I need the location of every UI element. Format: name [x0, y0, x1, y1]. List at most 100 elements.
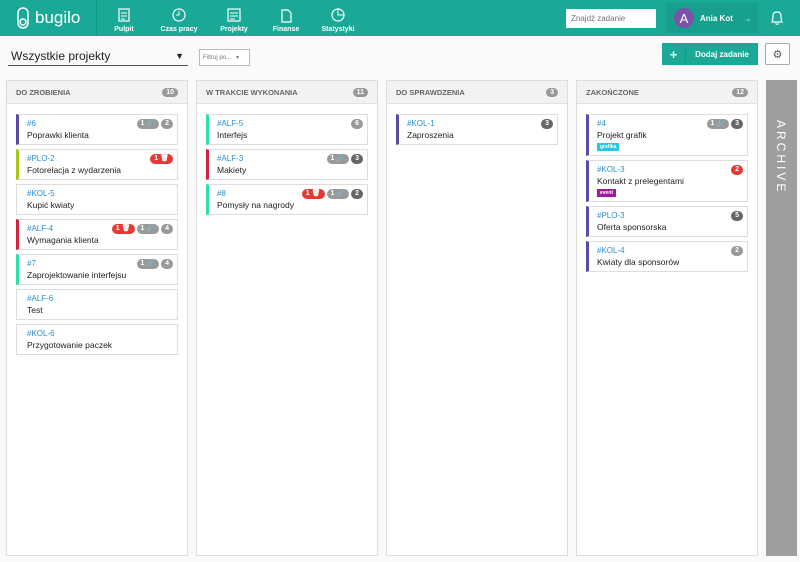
task-title: Poprawki klienta	[27, 130, 89, 140]
nav-label: Czas pracy	[160, 26, 198, 33]
column-title: W TRAKCIE WYKONANIA	[206, 87, 298, 97]
task-title: Oferta sponsorska	[597, 222, 667, 232]
task-title: Przygotowanie paczek	[27, 340, 113, 350]
task-card[interactable]: #ALF-3 Makiety 1 🔗 3	[206, 149, 368, 180]
nav-label: Statystyki	[321, 26, 355, 33]
column-title: ZAKOŃCZONE	[586, 87, 639, 97]
task-badge: 1 🔗	[136, 224, 160, 234]
add-task-label: Dodaj zadanie	[695, 49, 749, 59]
column-title: DO ZROBIENIA	[16, 87, 71, 97]
files-icon	[281, 9, 292, 23]
logo-icon	[17, 7, 29, 29]
task-card[interactable]: #8 Pomysły na nagrody 1 🗑 1 🔗 2	[206, 184, 368, 215]
nav-label: Pulpit	[114, 26, 134, 33]
plus-icon: +	[662, 46, 686, 62]
task-card[interactable]: #4 Projekt grafik grafika 1 🔗 3	[586, 114, 748, 156]
column-header: W TRAKCIE WYKONANIA 11	[197, 81, 377, 104]
column-zakończone: ZAKOŃCZONE 12 #4 Projekt grafik grafika 1 🔗 3 #…	[576, 80, 758, 556]
task-badge: 6	[351, 119, 363, 129]
task-badge: 1 🗑	[111, 224, 135, 234]
user-menu[interactable]: A Ania Kot ⌄	[666, 3, 758, 33]
clock-icon	[172, 8, 186, 22]
logo[interactable]: bugilo	[0, 0, 97, 36]
task-card[interactable]: #KOL-6 Przygotowanie paczek	[16, 324, 178, 355]
task-tag: event	[597, 189, 617, 197]
task-card[interactable]: #KOL-3 Kontakt z prelegentami event 2	[586, 160, 748, 202]
search-input[interactable]	[566, 9, 656, 28]
caret-down-icon: ▾	[236, 55, 240, 61]
task-card[interactable]: #PLO-3 Oferta sponsorska 5	[586, 206, 748, 237]
project-select-value: Wszystkie projekty	[11, 48, 111, 63]
task-card[interactable]: #6 Poprawki klienta 1 🔗 2	[16, 114, 178, 145]
task-title: Kupić kwiaty	[27, 200, 75, 210]
main-nav: Pulpit Czas pracy Projekty Finanse Statystyk…	[98, 0, 364, 36]
task-badge: 1 🔗	[136, 119, 160, 129]
task-card[interactable]: #ALF-4 Wymagania klienta 1 🗑 1 🔗 4	[16, 219, 178, 250]
task-id[interactable]: #ALF-5	[217, 119, 359, 128]
task-card[interactable]: #PLO-2 Fotorelacja z wydarzenia 1 🗑	[16, 149, 178, 180]
task-title: Test	[27, 305, 43, 315]
task-badge: 4	[161, 224, 173, 234]
task-card[interactable]: #KOL-4 Kwiaty dla sponsorów 2	[586, 241, 748, 272]
task-id[interactable]: #ALF-6	[27, 294, 169, 303]
column-w-trakcie-wykonania: W TRAKCIE WYKONANIA 11 #ALF-5 Interfejs 6 #AL…	[196, 80, 378, 556]
pie-chart-icon	[331, 8, 345, 22]
nav-label: Projekty	[220, 26, 248, 33]
bell-icon[interactable]	[770, 10, 784, 26]
task-id[interactable]: #KOL-3	[597, 165, 739, 174]
chevron-down-icon: ⌄	[744, 13, 752, 23]
task-badge: 1 🔗	[326, 154, 350, 164]
archive-column[interactable]: ARCHIVE	[766, 80, 797, 556]
add-task-button[interactable]: + Dodaj zadanie	[662, 43, 758, 65]
caret-down-icon: ▼	[175, 50, 184, 61]
task-card[interactable]: #7 Zaprojektowanie interfejsu 1 🔗 4	[16, 254, 178, 285]
document-icon	[227, 8, 241, 22]
task-title: Projekt grafik	[597, 130, 647, 140]
app-name: bugilo	[35, 8, 81, 27]
filter-select[interactable]: Filtruj po... ▾	[199, 49, 250, 66]
task-badge: 1 🔗	[706, 119, 730, 129]
column-do-sprawdzenia: DO SPRAWDZENIA 3 #KOL-1 Zaproszenia 3	[386, 80, 568, 556]
column-do-zrobienia: DO ZROBIENIA 10 #6 Poprawki klienta 1 🔗 2 #PLO…	[6, 80, 188, 556]
task-title: Wymagania klienta	[27, 235, 99, 245]
task-badge: 2	[351, 189, 363, 199]
task-card[interactable]: #ALF-5 Interfejs 6	[206, 114, 368, 145]
nav-czas-pracy[interactable]: Czas pracy	[150, 0, 208, 36]
task-title: Zaproszenia	[407, 130, 454, 140]
task-id[interactable]: #PLO-3	[597, 211, 739, 220]
task-card[interactable]: #ALF-6 Test	[16, 289, 178, 320]
column-count-badge: 11	[352, 87, 368, 97]
task-title: Kontakt z prelegentami	[597, 176, 684, 186]
clipboard-icon	[118, 8, 130, 22]
nav-statystyki[interactable]: Statystyki	[312, 0, 364, 36]
task-id[interactable]: #KOL-4	[597, 246, 739, 255]
settings-button[interactable]: ⚙	[765, 43, 790, 65]
task-badge: 1 🔗	[136, 259, 160, 269]
task-title: Fotorelacja z wydarzenia	[27, 165, 122, 175]
task-badge: 2	[161, 119, 173, 129]
task-badge: 3	[541, 119, 553, 129]
nav-label: Finanse	[272, 26, 300, 33]
task-title: Pomysły na nagrody	[217, 200, 295, 210]
nav-finanse[interactable]: Finanse	[260, 0, 312, 36]
nav-pulpit[interactable]: Pulpit	[98, 0, 150, 36]
task-badge: 3	[351, 154, 363, 164]
avatar: A	[674, 8, 694, 28]
column-header: ZAKOŃCZONE 12	[577, 81, 757, 104]
task-id[interactable]: #KOL-5	[27, 189, 169, 198]
project-select[interactable]: Wszystkie projekty ▼	[8, 46, 188, 66]
user-name: Ania Kot	[700, 13, 733, 23]
nav-projekty[interactable]: Projekty	[208, 0, 260, 36]
column-count-badge: 10	[162, 87, 178, 97]
task-card[interactable]: #KOL-5 Kupić kwiaty	[16, 184, 178, 215]
task-badge: 1 🔗	[326, 189, 350, 199]
task-badge: 3	[731, 119, 743, 129]
task-badge: 2	[731, 165, 743, 175]
filter-select-value: Filtruj po...	[203, 54, 232, 61]
task-id[interactable]: #KOL-6	[27, 329, 169, 338]
task-badge: 4	[161, 259, 173, 269]
task-card[interactable]: #KOL-1 Zaproszenia 3	[396, 114, 558, 145]
archive-label: ARCHIVE	[774, 120, 788, 195]
task-id[interactable]: #KOL-1	[407, 119, 549, 128]
task-id[interactable]: #PLO-2	[27, 154, 169, 163]
